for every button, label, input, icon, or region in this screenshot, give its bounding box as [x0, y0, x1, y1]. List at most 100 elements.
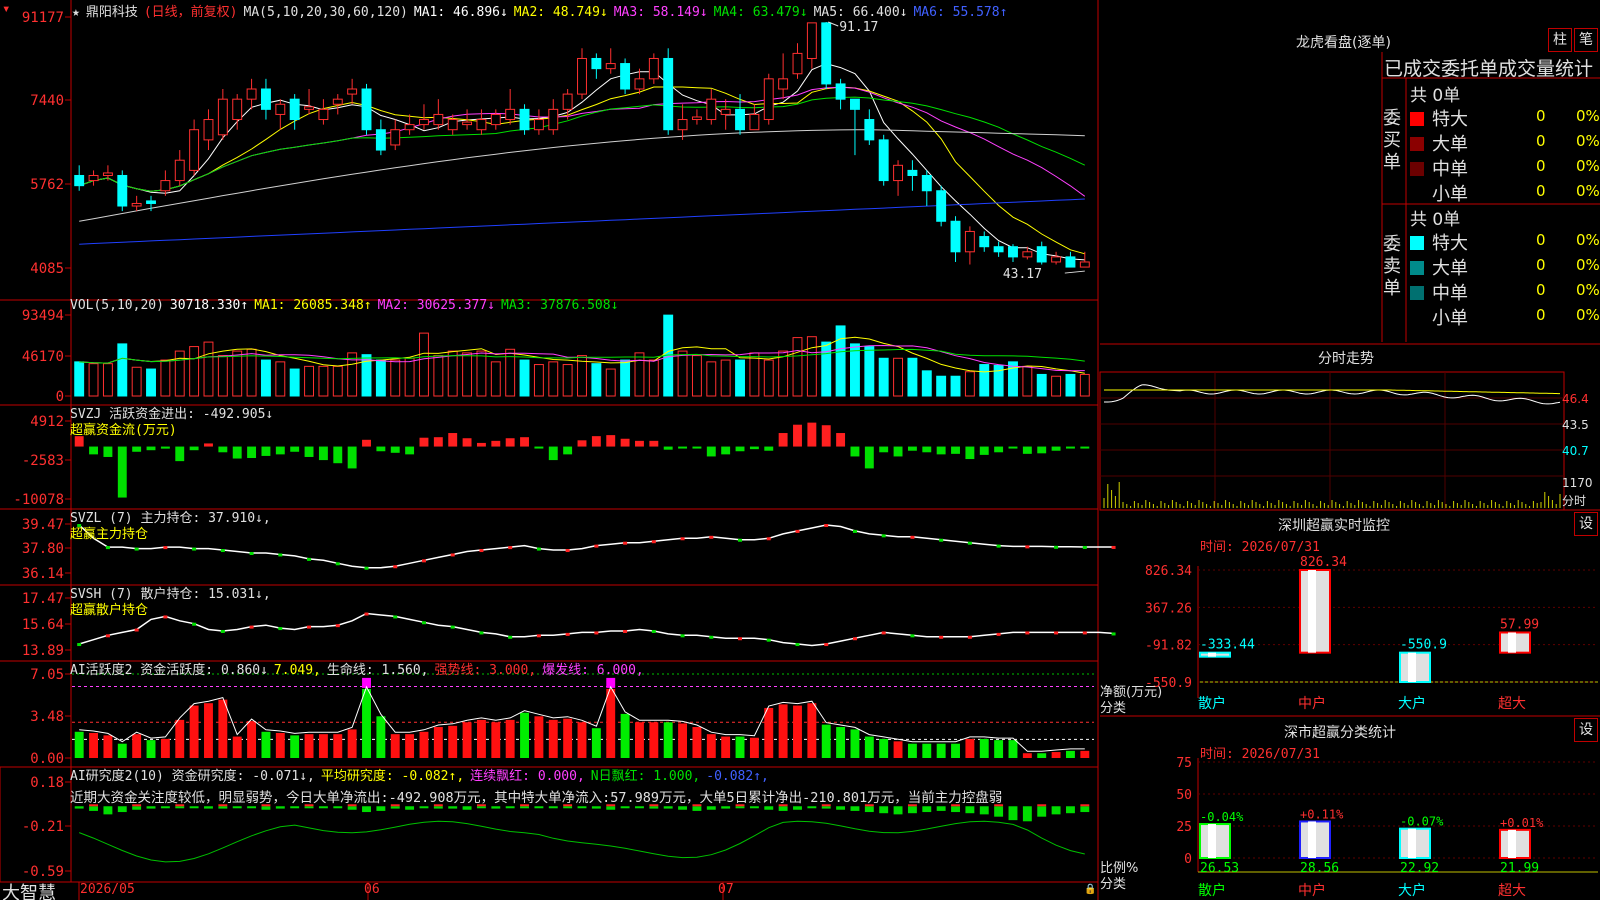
- svzj-bar-1: [89, 446, 99, 455]
- ai2-item-1: 平均研究度: -0.082↑,: [320, 769, 465, 784]
- y-tick-main-2: 5762: [30, 177, 64, 193]
- svzj-bar-19: [347, 446, 357, 469]
- ai1-bar-0: [74, 731, 84, 758]
- ai2-bar-11: [232, 806, 242, 809]
- ai2-bar-42: [678, 806, 688, 810]
- ai2-bar-17: [318, 806, 328, 809]
- vol-bar-15: [289, 368, 300, 397]
- svzj-bar-46: [735, 446, 745, 452]
- candle-body-22: [390, 129, 401, 146]
- fszs-tick-low: 40.7: [1562, 444, 1589, 458]
- candle-body-20: [361, 88, 372, 131]
- vol-bar-1: [88, 363, 99, 397]
- svzj-bar-5: [146, 446, 156, 451]
- ai1-bar-12: [247, 721, 257, 758]
- buy-total: 共 0单: [1410, 86, 1461, 106]
- ai1-bar-47: [749, 737, 759, 758]
- vol-bar-18: [332, 365, 343, 397]
- candle-body-50: [792, 52, 803, 75]
- fszs-title: 分时走势: [1318, 351, 1374, 367]
- ai2-bar-65: [1008, 806, 1018, 821]
- candle-body-70: [1079, 261, 1090, 268]
- candle-body-2: [102, 172, 113, 176]
- svzj-bar-61: [951, 446, 960, 454]
- favorite-star-icon[interactable]: ★: [72, 5, 80, 20]
- ai2-bar-6: [160, 806, 170, 809]
- tick-mode-button[interactable]: 笔: [1574, 28, 1598, 52]
- ai2-bar-39: [635, 806, 644, 809]
- svzl-tick-58: [910, 535, 915, 539]
- scfl-cat-label: 分类: [1100, 877, 1127, 892]
- svsh-tick-66: [1025, 631, 1030, 635]
- ai2-bar-8: [189, 806, 199, 809]
- sell-pct-0: 0%: [1576, 231, 1600, 249]
- szcy-time: 时间: 2026/07/31: [1200, 540, 1320, 555]
- svsh-tick-60: [939, 635, 944, 639]
- svsh-tick-26: [450, 625, 455, 629]
- svzj-bar-58: [907, 446, 917, 451]
- ai1-bar-54: [850, 729, 860, 758]
- vol-bar-70: [1079, 373, 1090, 397]
- szcy-title: 深圳超赢实时监控: [1278, 518, 1390, 534]
- svzj-bar-56: [879, 446, 889, 453]
- vol-bar-67: [1036, 373, 1047, 397]
- ai1-bar-63: [979, 738, 989, 758]
- buy-value-0: 0: [1536, 107, 1546, 125]
- fszs-tick-high: 46.4: [1562, 392, 1589, 406]
- ai2-bar-9: [204, 806, 213, 809]
- ai1-bar-64: [994, 740, 1004, 758]
- candle-body-8: [189, 129, 200, 171]
- ma-line-3: [79, 86, 1086, 197]
- menu-icon[interactable]: ▾: [2, 1, 10, 17]
- svzl-tick-14: [278, 553, 283, 557]
- vol-bar-36: [591, 363, 602, 397]
- ai2-red-70: [1080, 804, 1090, 807]
- ai1-item-3: 强势线: 3.000,: [434, 663, 537, 678]
- svzj-bar-39: [635, 440, 644, 447]
- ai2-bar-12: [247, 806, 257, 809]
- main-header: ★ 鼎阳科技 (日线，前复权) MA(5,10,20,30,60,120) MA1: 4…: [72, 1, 1019, 20]
- svzj-subtitle: 超赢资金流(万元): [70, 423, 177, 438]
- vol-bar-44: [706, 361, 717, 397]
- y-tick-main-1: 7440: [30, 93, 64, 109]
- ai1-bar-69: [1065, 750, 1075, 758]
- vol-bar-62: [964, 371, 975, 397]
- ai1-bar-19: [347, 729, 357, 758]
- ai1-bar-6: [160, 738, 170, 758]
- szcy-settings-button[interactable]: 设: [1574, 512, 1598, 536]
- scfl-settings-button[interactable]: 设: [1574, 718, 1598, 742]
- svzl-tick-44: [709, 535, 714, 539]
- stock-name[interactable]: 鼎阳科技: [86, 5, 138, 20]
- ai1-bar-32: [534, 716, 544, 758]
- chart-mode[interactable]: (日线，前复权): [144, 5, 238, 20]
- svzl-tick-50: [795, 529, 800, 533]
- ai2-bar-31: [520, 806, 529, 809]
- y-tick-ai1-1: 3.48: [30, 709, 64, 725]
- vol-bar-22: [390, 359, 401, 397]
- buy-value-1: 0: [1536, 132, 1546, 150]
- vol-bar-54: [850, 343, 860, 397]
- ai1-bar-49: [778, 704, 788, 758]
- candle-body-26: [447, 119, 458, 131]
- vol-bar-27: [462, 352, 473, 397]
- ai2-bar-24: [419, 806, 429, 809]
- candle-body-30: [505, 108, 516, 121]
- svzj-bar-3: [117, 446, 127, 498]
- svsh-tick-42: [680, 634, 685, 638]
- svzj-bar-69: [1065, 446, 1075, 449]
- lock-icon[interactable]: 🔒: [1084, 884, 1096, 895]
- y-tick-svsh-1: 15.64: [22, 617, 64, 633]
- y-tick-svsh-2: 13.89: [22, 643, 64, 659]
- svzj-bar-36: [591, 436, 601, 447]
- svzj-bar-64: [994, 446, 1004, 453]
- ai1-bar-35: [577, 722, 587, 758]
- bar-mode-button[interactable]: 柱: [1548, 28, 1572, 52]
- vol-item-2: MA1: 26085.348↑: [254, 298, 372, 313]
- buy-row-3: 小单 0 0%: [1410, 180, 1600, 206]
- svsh-tick-30: [508, 635, 513, 639]
- buy-pct-1: 0%: [1576, 132, 1600, 150]
- buy-row-1: 大单 0 0%: [1410, 130, 1600, 156]
- vol-bar-25: [433, 355, 444, 397]
- vol-bar-24: [419, 332, 429, 397]
- ai1-bar-58: [907, 743, 917, 758]
